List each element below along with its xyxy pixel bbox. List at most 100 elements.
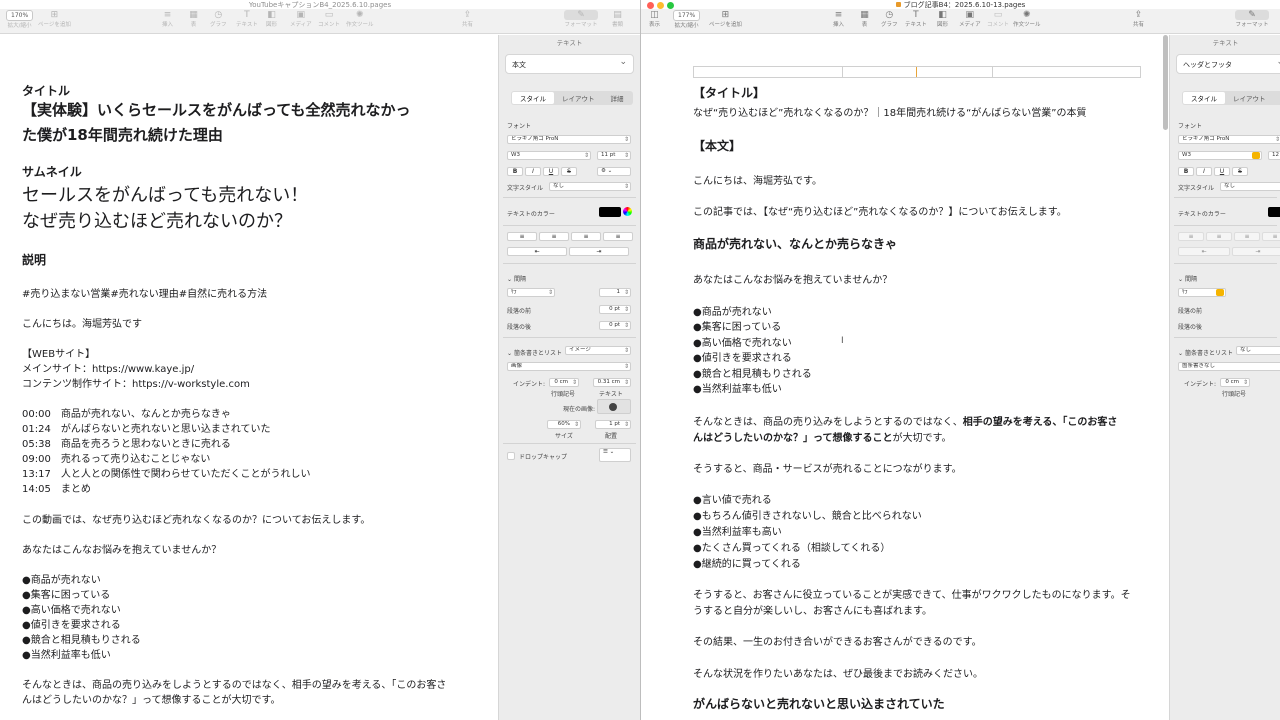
tab-advanced[interactable]: 詳細 [603,92,632,104]
dropcap-label: ドロップキャップ [519,454,568,461]
thumbnail-line-1: セールスをがんばっても売れない！ [22,185,309,206]
text-options-button[interactable]: ⚙ ⌄ [597,167,631,176]
left-table-button[interactable]: ▦ 表 [188,10,199,28]
right-insert-button[interactable]: ≡ 挿入 [833,10,844,28]
format-icon: ✎ [1235,10,1269,20]
left-format-button[interactable]: ✎ フォーマット [564,10,598,28]
tab-layout[interactable]: レイアウト [554,92,603,104]
decrease-indent-icon[interactable]: ⇤ [1178,247,1230,256]
alignment-buttons: ≡ ≡ ≡ ≡ [1178,232,1280,241]
font-weight-select[interactable]: W3 [1178,151,1262,160]
increase-indent-icon[interactable]: ⇥ [569,247,629,256]
spacing-type-select[interactable]: 行 [507,288,555,297]
indent-bullet-field[interactable]: 0 cm [549,378,579,387]
font-size-field[interactable]: 12 [1268,151,1280,160]
paragraph-style-select[interactable]: ヘッダとフッタ [1176,54,1280,74]
tab-style[interactable]: スタイル [1183,92,1225,104]
tab-style[interactable]: スタイル [512,92,554,104]
paragraph-style-select[interactable]: 本文 [505,54,634,74]
bold-button[interactable]: B [507,167,523,176]
font-weight-select[interactable]: W3 [507,151,591,160]
left-add-page-button[interactable]: ⊞ ページを追加 [38,10,71,28]
bullet-item: ●たくさん買ってくれる（相談してくれる） [693,543,891,554]
text-color-swatch[interactable] [599,207,621,217]
left-zoom-control[interactable]: 170% 拡大/縮小 [6,10,34,29]
right-writing-tools-button[interactable]: ✺ 作文ツール [1013,10,1041,28]
title-label: タイトル [22,84,71,98]
decrease-indent-icon[interactable]: ⇤ [507,247,567,256]
tab-advanced[interactable]: 詳 [1274,92,1280,104]
strikethrough-button[interactable]: S [561,167,577,176]
underline-button[interactable]: U [1214,167,1230,176]
list-type-select[interactable]: 画像 [507,362,631,371]
intro-line: この記事では、【なぜ“売り込むほど”売れなくなるのか？】についてお伝えします。 [693,207,1067,218]
indent-bullet-field[interactable]: 0 cm [1220,378,1250,387]
right-view-button[interactable]: ◫ 表示 [649,10,660,28]
title-line-2: た僕が18年間売れ続けた理由 [22,126,223,144]
text-color-swatch[interactable] [1268,207,1280,217]
right-add-page-button[interactable]: ⊞ ページを追加 [709,10,742,28]
before-paragraph-field[interactable]: 0 pt [599,305,631,314]
italic-button[interactable]: I [525,167,541,176]
right-format-button[interactable]: ✎ フォーマット [1235,10,1269,28]
list-style-select[interactable]: なし [1236,346,1280,355]
align-justify-icon[interactable]: ≡ [603,232,633,241]
indent-text-field[interactable]: 0.31 cm [593,378,631,387]
right-comment-button[interactable]: ▭ コメント [987,10,1009,28]
right-zoom-control[interactable]: 177% 拡大/縮小 [673,10,701,29]
left-writing-tools-button[interactable]: ✺ 作文ツール [346,10,374,28]
right-media-button[interactable]: ▣ メディア [959,10,981,28]
increase-indent-icon[interactable]: ⇥ [1232,247,1280,256]
align-center-icon[interactable]: ≡ [1206,232,1232,241]
right-share-button[interactable]: ⇪ 共有 [1133,10,1144,28]
list-style-select[interactable]: イメージ [565,346,631,355]
right-text-button[interactable]: T テキスト [905,10,927,28]
left-document-canvas[interactable]: タイトル 【実体験】いくらセールスをがんばっても全然売れなかっ た僕が18年間売… [0,35,498,720]
color-wheel-icon[interactable] [623,207,632,216]
right-chart-button[interactable]: ◷ グラフ [881,10,898,28]
spacing-value-field[interactable]: 1 [599,288,631,297]
after-paragraph-label: 段落の後 [507,324,532,331]
right-document-canvas[interactable]: 【タイトル】 なぜ“売り込むほど”売れなくなるのか？｜18年間売れ続ける“がんば… [641,35,1169,720]
bullet-align-field[interactable]: 1 pt [595,420,631,429]
bullet-item: ●値引きを要求される [22,620,121,631]
left-chart-button[interactable]: ◷ グラフ [210,10,227,28]
bold-button[interactable]: B [1178,167,1194,176]
bullet-size-field[interactable]: 60% [547,420,581,429]
align-right-icon[interactable]: ≡ [571,232,601,241]
left-insert-button[interactable]: ≡ 挿入 [162,10,173,28]
font-name-select[interactable]: ヒラギノ角ゴ ProN [507,135,631,144]
insert-icon: ≡ [163,10,172,20]
list-type-select[interactable]: 箇条書きなし [1178,362,1280,371]
align-center-icon[interactable]: ≡ [539,232,569,241]
right-shape-button[interactable]: ◧ 図形 [937,10,948,28]
align-left-icon[interactable]: ≡ [1178,232,1204,241]
dropcap-checkbox[interactable] [507,452,515,460]
left-share-button[interactable]: ⇪ 共有 [462,10,473,28]
question-line: あなたはこんなお悩みを抱えていませんか？ [693,275,893,286]
italic-button[interactable]: I [1196,167,1212,176]
blog-title-label: 【タイトル】 [693,86,766,100]
left-text-button[interactable]: T テキスト [236,10,258,28]
left-media-button[interactable]: ▣ メディア [290,10,312,28]
font-name-select[interactable]: ヒラギノ角ゴ ProN [1178,135,1280,144]
left-shape-button[interactable]: ◧ 図形 [266,10,277,28]
char-style-select[interactable]: なし [549,182,631,191]
font-size-field[interactable]: 11 pt [597,151,631,160]
right-table-button[interactable]: ▦ 表 [859,10,870,28]
after-paragraph-field[interactable]: 0 pt [599,321,631,330]
underline-button[interactable]: U [543,167,559,176]
left-comment-button[interactable]: ▭ コメント [318,10,340,28]
char-style-select[interactable]: なし [1220,182,1280,191]
dropcap-style-picker[interactable]: ☰ ⌄ [599,448,631,462]
align-left-icon[interactable]: ≡ [507,232,537,241]
document-scrollbar[interactable] [1163,35,1168,130]
spacing-type-select[interactable]: 行 [1178,288,1226,297]
header-area[interactable] [693,66,1141,78]
tab-layout[interactable]: レイアウト [1225,92,1274,104]
align-justify-icon[interactable]: ≡ [1262,232,1280,241]
align-right-icon[interactable]: ≡ [1234,232,1260,241]
bullet-image-picker[interactable] [597,399,631,414]
strikethrough-button[interactable]: S [1232,167,1248,176]
left-document-button[interactable]: ▤ 書類 [612,10,623,28]
